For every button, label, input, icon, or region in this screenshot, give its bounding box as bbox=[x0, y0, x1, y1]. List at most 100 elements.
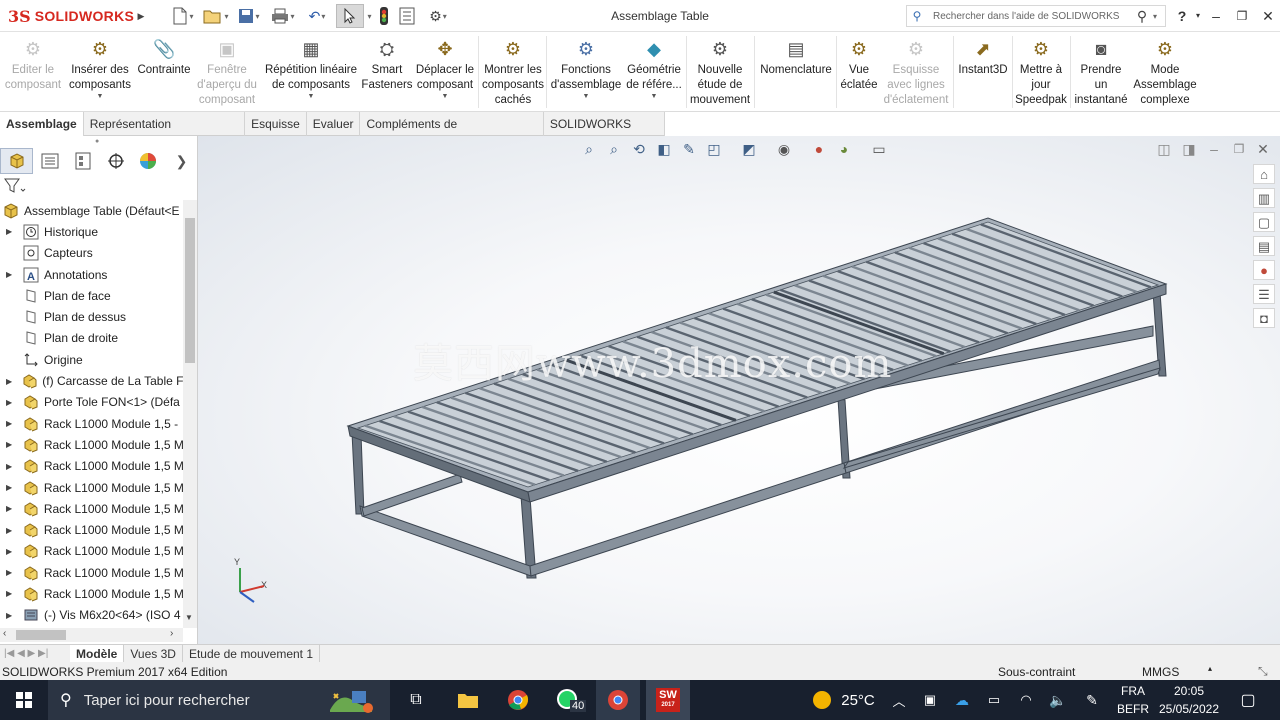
expand-arrow-icon[interactable]: ▶ bbox=[6, 483, 16, 492]
graphics-area[interactable]: ⌕ ⌕ ⟲ ◧ ✎ ◰ ◩ ◉ ● ◕ ▭ ◫ ◨ – ❐ ✕ Y X 莫西网w… bbox=[198, 136, 1280, 644]
table-assembly-model[interactable]: Y X bbox=[198, 136, 1280, 644]
insert-components-button[interactable]: ⚙ Insérer des composants ▼ bbox=[64, 32, 136, 112]
move-component-button[interactable]: ✥ Déplacer le composant ▼ bbox=[412, 32, 478, 112]
linear-pattern-button[interactable]: ▦ Répétition linéaire de composants ▼ bbox=[262, 32, 360, 112]
tree-item[interactable]: ▶ Rack L1000 Module 1,5 - bbox=[0, 413, 183, 434]
expand-arrow-icon[interactable]: ▶ bbox=[6, 611, 16, 620]
language-indicator[interactable]: FRA BEFR bbox=[1112, 680, 1154, 720]
speedpak-button[interactable]: ⚙ Mettre à jour Speedpak bbox=[1012, 32, 1070, 112]
help-search-box[interactable]: ⚲ Rechercher dans l'aide de SOLIDWORKS ⚲… bbox=[906, 5, 1166, 27]
print-icon[interactable]: ▾ bbox=[268, 4, 298, 28]
weather-icon[interactable] bbox=[806, 680, 838, 720]
tree-item[interactable]: ▶ (f) Carcasse de La Table F... bbox=[0, 370, 183, 391]
tab-assemblage[interactable]: Assemblage bbox=[0, 112, 84, 136]
tree-item[interactable]: Capteurs bbox=[0, 243, 183, 264]
tree-item[interactable]: ▶ Rack L1000 Module 1,5 M bbox=[0, 541, 183, 562]
home-icon[interactable]: ⌂ bbox=[1253, 164, 1275, 184]
expand-arrow-icon[interactable]: ▶ bbox=[6, 398, 16, 407]
meet-now-icon[interactable]: ▣ bbox=[918, 680, 942, 720]
expand-arrow-icon[interactable]: ▶ bbox=[6, 377, 15, 386]
reference-geometry-button[interactable]: ◆ Géométrie de référe... ▼ bbox=[624, 32, 684, 112]
expand-arrow-icon[interactable]: ▶ bbox=[6, 547, 16, 556]
tree-item[interactable]: ▶ Historique bbox=[0, 221, 183, 242]
property-manager-tab-icon[interactable] bbox=[33, 148, 66, 174]
select-icon[interactable] bbox=[336, 4, 364, 28]
expand-arrow-icon[interactable]: ▶ bbox=[6, 227, 16, 236]
battery-icon[interactable]: ▭ bbox=[982, 680, 1006, 720]
help-dropdown-icon[interactable]: ▾ bbox=[1188, 6, 1208, 26]
large-assembly-button[interactable]: ⚙ Mode Assemblage complexe bbox=[1132, 32, 1198, 112]
solidworks-taskbar-icon[interactable]: SW 2017 bbox=[646, 680, 690, 720]
mate-button[interactable]: 📎 Contrainte bbox=[134, 32, 194, 112]
forum-icon[interactable]: ◘ bbox=[1253, 308, 1275, 328]
menu-expand-icon[interactable]: ▶ bbox=[136, 4, 146, 28]
weather-temperature[interactable]: 25°C bbox=[838, 680, 878, 720]
chrome-profile-icon[interactable] bbox=[596, 680, 640, 720]
tree-horizontal-scrollbar[interactable]: ‹ › bbox=[0, 628, 183, 642]
custom-properties-icon[interactable]: ☰ bbox=[1253, 284, 1275, 304]
tree-root-assembly[interactable]: Assemblage Table (Défaut<E bbox=[0, 200, 183, 221]
chevron-up-icon[interactable]: ︿ bbox=[888, 680, 910, 720]
volume-icon[interactable]: 🔈 bbox=[1046, 680, 1070, 720]
tab-navigation-icon[interactable]: |◀ ◀ ▶ ▶| bbox=[0, 648, 70, 659]
tree-item[interactable]: ▶ (-) Vis M6x20<64> (ISO 4 bbox=[0, 605, 183, 626]
rebuild-icon[interactable] bbox=[374, 4, 394, 28]
chevron-right-icon[interactable]: ❯ bbox=[165, 148, 198, 174]
tree-hscroll-thumb[interactable] bbox=[16, 630, 66, 640]
tab-etude-mouvement[interactable]: Etude de mouvement 1 bbox=[183, 644, 321, 663]
preview-window-button[interactable]: ▣ Fenêtre d'aperçu du composant bbox=[194, 32, 260, 112]
dimxpert-tab-icon[interactable] bbox=[99, 148, 132, 174]
explode-line-sketch-button[interactable]: ⚙ Esquisse avec lignes d'éclatement bbox=[880, 32, 952, 112]
undo-icon[interactable]: ↶ ▾ bbox=[302, 4, 332, 28]
search-dropdown-icon[interactable]: ▾ bbox=[1153, 12, 1165, 21]
units-dropdown-icon[interactable]: ▴ bbox=[1208, 664, 1212, 673]
open-icon[interactable]: ▾ bbox=[200, 4, 232, 28]
smart-fasteners-button[interactable]: ⛭ Smart Fasteners bbox=[360, 32, 414, 112]
tree-item[interactable]: ▶ A Annotations bbox=[0, 264, 183, 285]
display-manager-tab-icon[interactable] bbox=[132, 148, 165, 174]
panel-grip-icon[interactable]: ● bbox=[95, 138, 99, 145]
restore-icon[interactable]: ❐ bbox=[1232, 6, 1252, 26]
taskbar-search[interactable]: ⚲ Taper ici pour rechercher bbox=[48, 680, 390, 720]
edit-component-button[interactable]: ⚙ Editer le composant bbox=[4, 32, 62, 112]
expand-arrow-icon[interactable]: ▶ bbox=[6, 568, 16, 577]
filter-icon[interactable] bbox=[4, 178, 26, 197]
expand-arrow-icon[interactable]: ▶ bbox=[6, 589, 16, 598]
onedrive-icon[interactable]: ☁ bbox=[950, 680, 974, 720]
feature-manager-tab-icon[interactable] bbox=[0, 148, 34, 174]
file-explorer-icon[interactable]: ▢ bbox=[1253, 212, 1275, 232]
search-input[interactable]: Rechercher dans l'aide de SOLIDWORKS bbox=[927, 11, 1131, 22]
close-icon[interactable]: ✕ bbox=[1258, 6, 1278, 26]
whatsapp-icon[interactable]: 40 bbox=[546, 680, 590, 720]
tree-item[interactable]: Plan de face bbox=[0, 285, 183, 306]
new-doc-icon[interactable]: ▾ bbox=[168, 4, 198, 28]
tab-complements[interactable]: Compléments de SOLIDWORKS bbox=[360, 112, 544, 155]
tree-item[interactable]: Plan de droite bbox=[0, 328, 183, 349]
tree-item[interactable]: ▶ Rack L1000 Module 1,5 M bbox=[0, 583, 183, 604]
tree-item[interactable]: ▶ Rack L1000 Module 1,5 M bbox=[0, 562, 183, 583]
chrome-icon[interactable] bbox=[496, 680, 540, 720]
configuration-manager-tab-icon[interactable] bbox=[66, 148, 99, 174]
appearances-icon[interactable]: ● bbox=[1253, 260, 1275, 280]
motion-study-button[interactable]: ⚙ Nouvelle étude de mouvement bbox=[688, 32, 752, 112]
tree-item[interactable]: Origine bbox=[0, 349, 183, 370]
tab-representation-schematique[interactable]: Représentation schématique bbox=[84, 112, 246, 155]
file-explorer-taskbar-icon[interactable] bbox=[446, 680, 490, 720]
tree-item[interactable]: ▶ Porte Tole FON<1> (Défa bbox=[0, 392, 183, 413]
scroll-down-icon[interactable]: ▼ bbox=[185, 613, 193, 622]
windows-start-icon[interactable] bbox=[0, 680, 48, 720]
expand-arrow-icon[interactable]: ▶ bbox=[6, 270, 16, 279]
instant3d-button[interactable]: ⬈ Instant3D bbox=[955, 32, 1011, 112]
file-properties-icon[interactable] bbox=[396, 4, 418, 28]
options-icon[interactable]: ⚙ ▾ bbox=[422, 4, 454, 28]
view-palette-icon[interactable]: ▤ bbox=[1253, 236, 1275, 256]
pen-icon[interactable]: ✎ bbox=[1080, 680, 1104, 720]
bom-button[interactable]: ▤ Nomenclature bbox=[756, 32, 836, 112]
scroll-left-icon[interactable]: ‹ bbox=[3, 628, 6, 639]
assembly-features-button[interactable]: ⚙ Fonctions d'assemblage ▼ bbox=[548, 32, 624, 112]
tab-modele[interactable]: Modèle bbox=[70, 644, 125, 663]
units-selector[interactable]: MMGS bbox=[1142, 665, 1179, 679]
minimize-icon[interactable]: – bbox=[1206, 6, 1226, 26]
clock[interactable]: 20:05 25/05/2022 bbox=[1156, 680, 1222, 720]
tab-mbd[interactable]: SOLIDWORKS MBD bbox=[544, 112, 666, 155]
